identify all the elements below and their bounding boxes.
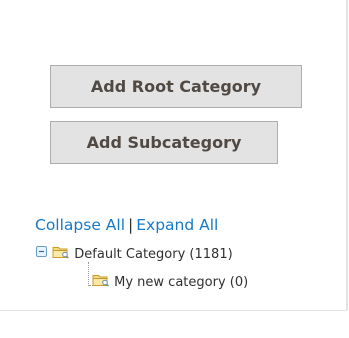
tree-node-label[interactable]: Default Category (1181): [74, 247, 232, 262]
expand-all-link[interactable]: Expand All: [136, 216, 218, 234]
add-subcategory-button[interactable]: Add Subcategory: [50, 121, 278, 164]
folder-icon: [92, 273, 110, 293]
panel-bottom-border: [0, 310, 347, 311]
tree-controls-separator: |: [128, 216, 134, 234]
tree-connector-line: [88, 262, 90, 286]
tree-controls: Collapse All | Expand All: [35, 216, 218, 234]
tree-node-my-new-category[interactable]: My new category (0): [92, 273, 248, 293]
collapse-all-link[interactable]: Collapse All: [35, 216, 125, 234]
tree-node-label[interactable]: My new category (0): [114, 275, 248, 290]
add-root-category-button[interactable]: Add Root Category: [50, 65, 302, 108]
category-tree-panel: Add Root Category Add Subcategory Collap…: [0, 0, 349, 338]
panel-divider: [346, 0, 348, 310]
collapse-toggle-icon[interactable]: [36, 246, 48, 264]
tree-node-default-category[interactable]: Default Category (1181): [36, 245, 233, 265]
folder-icon: [52, 245, 70, 265]
